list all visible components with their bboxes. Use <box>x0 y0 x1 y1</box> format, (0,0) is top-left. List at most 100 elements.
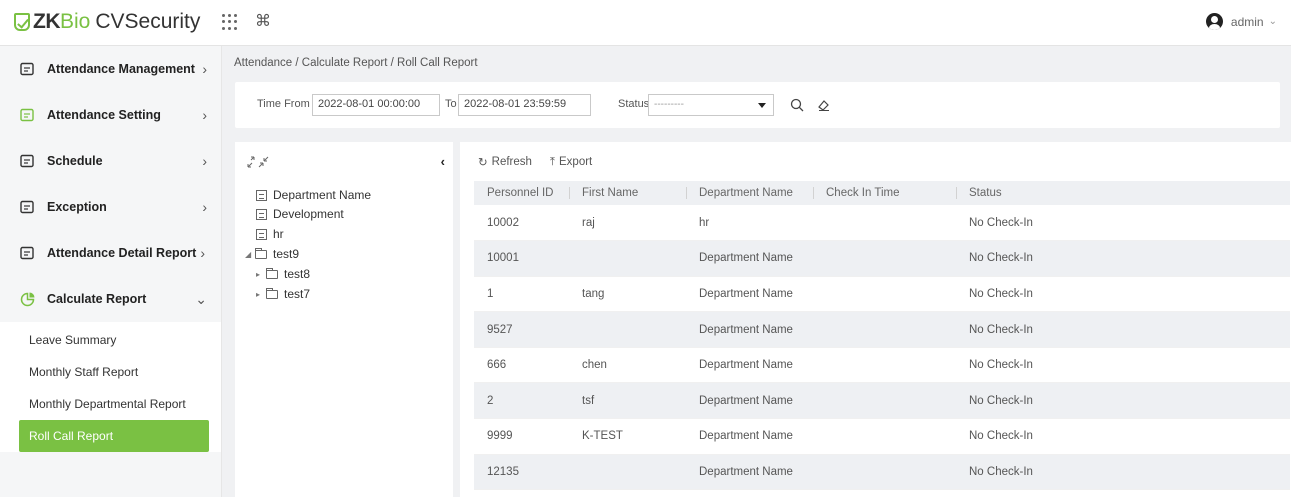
submenu-item-leave-summary[interactable]: Leave Summary <box>0 324 221 356</box>
submenu-item-roll-call-report[interactable]: Roll Call Report <box>19 420 209 452</box>
cell-department-name: Department Name <box>686 418 813 455</box>
calculate-report-icon <box>19 291 35 307</box>
table-row[interactable]: 2 tsf Department Name No Check-In <box>474 382 1290 420</box>
tree-node-department-name[interactable]: Department Name <box>256 188 371 202</box>
cell-first-name: tang <box>569 276 686 313</box>
chevron-right-icon: › <box>202 153 207 169</box>
cell-status: No Check-In <box>956 382 1290 420</box>
submenu-item-monthly-departmental-report[interactable]: Monthly Departmental Report <box>0 388 221 420</box>
cell-personnel-id: 9527 <box>474 311 569 348</box>
to-label: To <box>445 98 457 110</box>
department-icon <box>256 208 267 220</box>
department-icon <box>256 228 267 240</box>
table-row[interactable]: 10001 Department Name No Check-In <box>474 240 1290 277</box>
refresh-label: Refresh <box>491 156 532 168</box>
report-grid-panel: ↻ Refresh ⤒ Export Personnel ID First Nam… <box>460 142 1291 497</box>
apps-grid-icon[interactable] <box>222 14 238 30</box>
calculate-report-submenu: Leave Summary Monthly Staff Report Monthly… <box>0 322 221 452</box>
sidebar-item-attendance-management[interactable]: Attendance Management › <box>0 46 221 92</box>
user-menu[interactable]: admin ⌄ <box>1205 13 1277 30</box>
cell-status: No Check-In <box>956 347 1290 384</box>
tree-node-label: Development <box>273 207 344 221</box>
submenu-item-monthly-staff-report[interactable]: Monthly Staff Report <box>0 356 221 388</box>
chevron-down-icon: ⌄ <box>1268 16 1277 27</box>
sidebar-item-label: Attendance Detail Report <box>47 246 197 260</box>
logo-bio: Bio <box>60 10 91 33</box>
tree-node-development[interactable]: Development <box>256 207 344 221</box>
cell-status: No Check-In <box>956 205 1290 242</box>
cell-status: No Check-In <box>956 418 1290 455</box>
column-header-check-in-time[interactable]: Check In Time <box>813 181 956 205</box>
cell-first-name: tsf <box>569 382 686 420</box>
table-header-row: Personnel ID First Name Department Name Che… <box>474 181 1290 205</box>
cell-check-in-time <box>813 347 956 384</box>
column-header-department-name[interactable]: Department Name <box>686 181 813 205</box>
time-to-input[interactable]: 2022-08-01 23:59:59 <box>458 94 591 116</box>
table-row[interactable]: 9527 Department Name No Check-In <box>474 311 1290 348</box>
sidebar-item-attendance-detail-report[interactable]: Attendance Detail Report › <box>0 230 221 276</box>
cell-personnel-id: 2 <box>474 382 569 420</box>
search-button[interactable] <box>786 94 808 116</box>
export-icon: ⤒ <box>549 155 556 168</box>
sidebar-item-label: Attendance Management <box>47 62 195 76</box>
logo[interactable]: ZK Bio CVSecurity <box>14 9 200 35</box>
cell-status: No Check-In <box>956 454 1290 491</box>
user-name: admin <box>1230 14 1264 29</box>
cell-first-name <box>569 311 686 348</box>
status-label: Status <box>618 98 650 110</box>
tree-node-test9[interactable]: ◢ test9 <box>245 247 299 261</box>
cell-status: No Check-In <box>956 311 1290 348</box>
chevron-right-icon: › <box>200 245 205 261</box>
chevron-right-icon: › <box>202 61 207 77</box>
cell-department-name: Department Name <box>686 311 813 348</box>
department-tree-panel: ‹ Department Name Development hr ◢ test9 ▸ tes… <box>235 142 453 497</box>
tree-node-label: test8 <box>284 267 311 281</box>
column-header-personnel-id[interactable]: Personnel ID <box>474 181 569 205</box>
logo-zk: ZK <box>33 10 61 33</box>
cell-status: No Check-In <box>956 276 1290 313</box>
detail-report-icon <box>19 245 35 261</box>
cell-first-name: K-TEST <box>569 418 686 455</box>
sidebar-item-label: Attendance Setting <box>47 108 161 122</box>
cell-check-in-time <box>813 240 956 277</box>
cell-check-in-time <box>813 276 956 313</box>
department-icon <box>256 189 267 201</box>
table-row[interactable]: 12135 Department Name No Check-In <box>474 454 1290 491</box>
refresh-button[interactable]: ↻ Refresh <box>478 155 532 169</box>
breadcrumb: Attendance / Calculate Report / Roll Cal… <box>234 57 478 69</box>
export-button[interactable]: ⤒ Export <box>550 155 592 169</box>
schedule-icon <box>19 153 35 169</box>
sidebar-item-exception[interactable]: Exception › <box>0 184 221 230</box>
roll-call-table: Personnel ID First Name Department Name Che… <box>474 181 1290 491</box>
sidebar-item-schedule[interactable]: Schedule › <box>0 138 221 184</box>
clear-button[interactable] <box>813 94 835 116</box>
table-row[interactable]: 1 tang Department Name No Check-In <box>474 276 1290 313</box>
tree-collapsed-icon[interactable]: ▸ <box>256 290 266 299</box>
grid-toolbar: ↻ Refresh ⤒ Export <box>478 155 592 170</box>
cell-department-name: Department Name <box>686 382 813 420</box>
top-bar: ZK Bio CVSecurity ⌘ admin ⌄ <box>0 0 1291 46</box>
time-from-input[interactable]: 2022-08-01 00:00:00 <box>312 94 440 116</box>
cell-check-in-time <box>813 418 956 455</box>
table-row[interactable]: 666 chen Department Name No Check-In <box>474 347 1290 384</box>
table-row[interactable]: 9999 K-TEST Department Name No Check-In <box>474 418 1290 455</box>
tree-node-label: test7 <box>284 287 311 301</box>
tree-node-hr[interactable]: hr <box>256 227 284 241</box>
tree-expanded-icon[interactable]: ◢ <box>245 250 255 259</box>
expand-collapse-all-icon[interactable] <box>247 156 269 171</box>
folder-icon <box>255 247 267 259</box>
status-select[interactable]: --------- <box>648 94 774 116</box>
sidebar-item-attendance-setting[interactable]: Attendance Setting › <box>0 92 221 138</box>
tree-node-test7[interactable]: ▸ test7 <box>256 287 310 301</box>
eraser-icon <box>818 100 829 111</box>
table-row[interactable]: 10002 raj hr No Check-In <box>474 205 1290 242</box>
sidebar-item-calculate-report[interactable]: Calculate Report ⌄ <box>0 276 221 322</box>
time-from-label: Time From <box>257 98 310 110</box>
command-icon[interactable]: ⌘ <box>255 11 271 31</box>
collapse-panel-icon[interactable]: ‹ <box>441 154 445 169</box>
column-header-status[interactable]: Status <box>956 181 1290 205</box>
tree-collapsed-icon[interactable]: ▸ <box>256 270 266 279</box>
folder-icon <box>266 267 278 279</box>
tree-node-test8[interactable]: ▸ test8 <box>256 267 310 281</box>
column-header-first-name[interactable]: First Name <box>569 181 686 205</box>
